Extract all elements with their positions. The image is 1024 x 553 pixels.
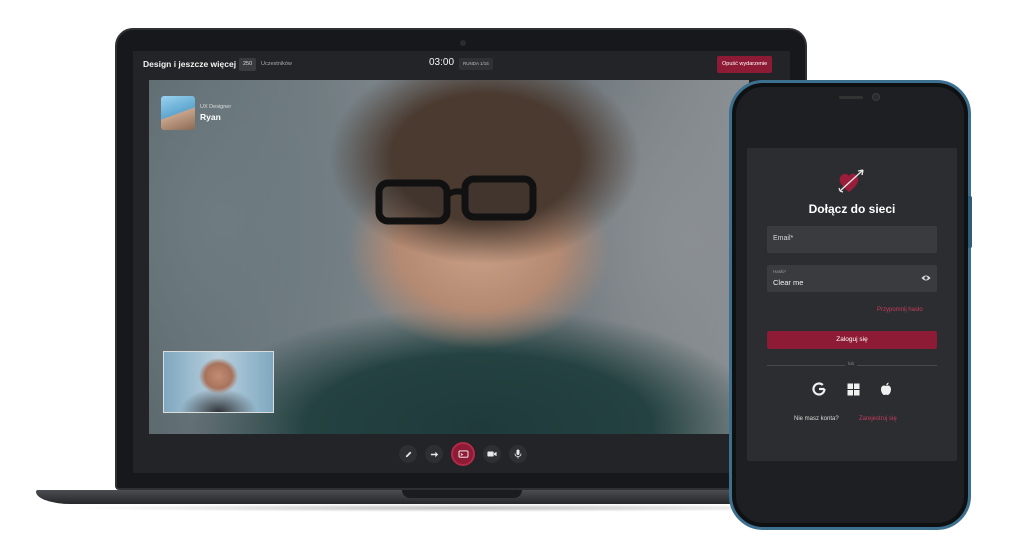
round-badge: RUNDA 1/15	[459, 58, 493, 70]
laptop-screen: Design i jeszcze więcej 250 Uczestników …	[133, 51, 790, 473]
email-field[interactable]: Email*	[767, 226, 937, 253]
glasses-shape	[375, 175, 537, 225]
speaker-card: UX Designer Ryan	[161, 96, 231, 130]
round-timer: 03:00	[429, 57, 455, 68]
call-controls	[399, 441, 527, 467]
avatar	[161, 96, 195, 130]
phone-speaker	[839, 96, 863, 99]
participants-count-badge: 250	[239, 58, 257, 71]
google-icon[interactable]	[811, 381, 827, 397]
password-field[interactable]: Hasło* Clear me	[767, 265, 937, 292]
laptop-camera	[460, 40, 466, 46]
speaker-role: UX Designer	[200, 104, 232, 110]
speaker-name: Ryan	[200, 112, 221, 122]
heart-arrow-logo-icon	[838, 169, 864, 193]
arrow-right-icon[interactable]	[425, 445, 443, 463]
signup-link[interactable]: Zarejestruj się	[859, 416, 897, 422]
password-field-label: Hasło*	[773, 269, 787, 274]
leave-event-button[interactable]: Opuść wydarzenie	[717, 56, 773, 73]
screen-share-icon[interactable]	[451, 442, 475, 466]
pencil-icon[interactable]	[399, 445, 417, 463]
email-field-label: Email*	[773, 235, 794, 242]
login-panel: Dołącz do sieci Email* Hasło* Clear me P…	[747, 148, 957, 461]
forgot-password-link[interactable]: Przypomnij hasło	[877, 307, 923, 313]
laptop-notch	[402, 490, 522, 498]
camera-icon[interactable]	[483, 445, 501, 463]
password-field-value: Clear me	[773, 278, 804, 287]
self-view-video[interactable]	[163, 351, 274, 413]
phone-side-button	[968, 196, 972, 248]
login-button[interactable]: Zaloguj się	[767, 331, 937, 349]
main-video-feed: UX Designer Ryan	[149, 80, 749, 434]
microphone-icon[interactable]	[509, 445, 527, 463]
signup-question: Nie masz konta?	[794, 416, 839, 422]
participants-label: Uczestników	[261, 61, 292, 67]
phone-camera	[872, 93, 880, 101]
login-title: Dołącz do sieci	[808, 202, 896, 216]
divider-label: lub	[845, 361, 858, 366]
windows-icon[interactable]	[845, 381, 861, 397]
eye-icon[interactable]	[921, 274, 931, 282]
top-bar: Design i jeszcze więcej 250 Uczestników …	[133, 51, 790, 79]
apple-icon[interactable]	[878, 381, 894, 397]
event-title: Design i jeszcze więcej	[143, 59, 237, 69]
